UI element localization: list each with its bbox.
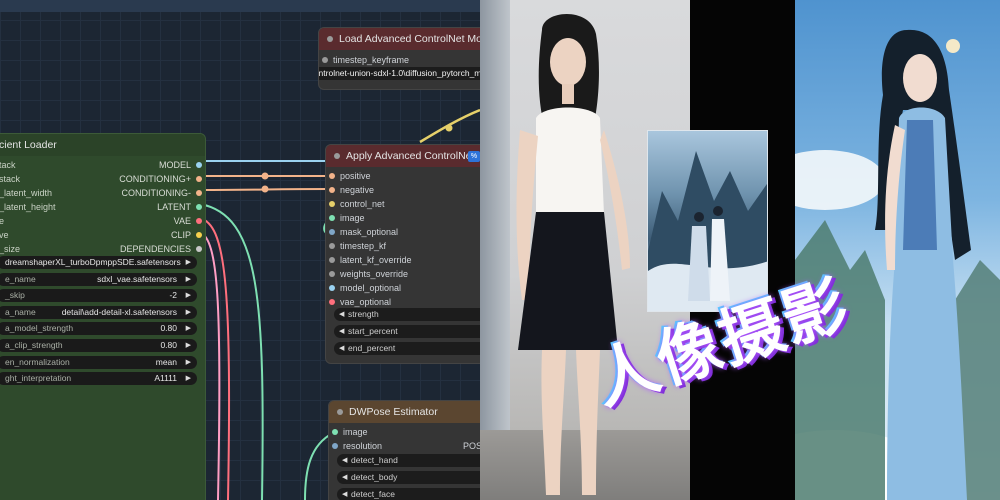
detect-body-toggle[interactable]: ◀ detect_body [337, 471, 480, 484]
output-model-slot[interactable] [196, 162, 202, 168]
input-row: negative [326, 183, 480, 197]
loader-io-row: _size DEPENDENCIES [0, 242, 205, 256]
loader-io-row: ve CLIP [0, 228, 205, 242]
end-percent-stepper[interactable]: ◀ end_percent [334, 342, 480, 355]
input-row: image [326, 211, 480, 225]
dwpose-estimator-node[interactable]: DWPose Estimator image resolution POSE ◀… [328, 400, 480, 500]
load-controlnet-title: Load Advanced ControlNet Mode [319, 28, 480, 50]
input-slot[interactable] [329, 215, 335, 221]
output-pose-label: POSE [463, 441, 480, 451]
output-conditioning-neg-slot[interactable] [196, 190, 202, 196]
toggle-arrow-icon[interactable]: ◀ [342, 454, 347, 467]
output-conditioning-neg-label: CONDITIONING- [121, 188, 192, 198]
combo-arrow-icon: ▶ [185, 309, 191, 316]
decrement-arrow-icon[interactable]: ◀ [339, 342, 344, 355]
lora-clip-strength-stepper[interactable]: a_clip_strength 0.80 ▶ [0, 339, 197, 352]
input-row: model_optional [326, 281, 480, 295]
node-badge: % [468, 151, 480, 162]
input-row: latent_kf_override [326, 253, 480, 267]
weight-interpretation-combo[interactable]: ght_interpretation A1111 ▶ [0, 372, 197, 385]
output-model-label: MODEL [158, 160, 191, 170]
input-slot[interactable] [332, 429, 338, 435]
efficient-loader-title: cient Loader [0, 134, 205, 156]
input-slot[interactable] [329, 271, 335, 277]
lora-model-strength-stepper[interactable]: a_model_strength 0.80 ▶ [0, 322, 197, 335]
output-vae-label: VAE [173, 216, 191, 226]
apply-controlnet-node[interactable]: Apply Advanced ControlNet % positive neg… [325, 144, 480, 364]
input-row: vae_optional [326, 295, 480, 309]
detect-face-toggle[interactable]: ◀ detect_face [337, 488, 480, 500]
controlnet-name-combo[interactable]: SDXL\controlnet-union-sdxl-1.0\diffusion… [319, 67, 480, 80]
input-row: mask_optional [326, 225, 480, 239]
loader-io-row: _latent_width CONDITIONING- [0, 186, 205, 200]
efficient-loader-node[interactable]: cient Loader tack MODEL stack CONDITIONI… [0, 133, 206, 500]
input-timestep-keyframe-row: timestep_keyframe [319, 53, 480, 67]
input-slot[interactable] [329, 173, 335, 179]
apply-controlnet-title: Apply Advanced ControlNet [326, 145, 480, 167]
strength-stepper[interactable]: ◀ strength [334, 308, 480, 321]
clip-skip-stepper[interactable]: _skip -2 ▶ [0, 289, 197, 302]
token-normalization-combo[interactable]: en_normalization mean ▶ [0, 356, 197, 369]
loader-io-row: _latent_height LATENT [0, 200, 205, 214]
output-dependencies-label: DEPENDENCIES [119, 244, 191, 254]
combo-arrow-icon: ▶ [185, 359, 191, 366]
input-slot[interactable] [329, 187, 335, 193]
detect-hand-toggle[interactable]: ◀ detect_hand [337, 454, 480, 467]
input-row: timestep_kf [326, 239, 480, 253]
input-slot[interactable] [329, 299, 335, 305]
ckpt-name-combo[interactable]: dreamshaperXL_turboDpmppSDE.safetensors … [0, 256, 197, 269]
vae-name-combo[interactable]: e_name sdxl_vae.safetensors ▶ [0, 273, 197, 286]
input-slot[interactable] [322, 57, 328, 63]
input-slot[interactable] [329, 229, 335, 235]
input-slot[interactable] [329, 285, 335, 291]
input-slot[interactable] [329, 243, 335, 249]
output-conditioning-pos-label: CONDITIONING+ [119, 174, 191, 184]
loader-io-row: stack CONDITIONING+ [0, 172, 205, 186]
output-latent-slot[interactable] [196, 204, 202, 210]
input-row: weights_override [326, 267, 480, 281]
node-editor-canvas[interactable]: cient Loader tack MODEL stack CONDITIONI… [0, 0, 480, 500]
input-row: positive [326, 169, 480, 183]
input-slot[interactable] [329, 257, 335, 263]
input-row: resolution POSE [329, 439, 480, 453]
stepper-arrow-icon: ▶ [185, 292, 191, 299]
toggle-arrow-icon[interactable]: ◀ [342, 471, 347, 484]
output-clip-slot[interactable] [196, 232, 202, 238]
input-slot[interactable] [332, 443, 338, 449]
combo-arrow-icon: ▶ [185, 276, 191, 283]
combo-arrow-icon: ▶ [185, 259, 191, 266]
output-latent-label: LATENT [157, 202, 191, 212]
stepper-arrow-icon: ▶ [185, 342, 191, 349]
dwpose-title: DWPose Estimator [329, 401, 480, 423]
output-conditioning-pos-slot[interactable] [196, 176, 202, 182]
lora-name-combo[interactable]: a_name detail\add-detail-xl.safetensors … [0, 306, 197, 319]
input-row: control_net [326, 197, 480, 211]
output-dependencies-slot[interactable] [196, 246, 202, 252]
decrement-arrow-icon[interactable]: ◀ [339, 325, 344, 338]
start-percent-stepper[interactable]: ◀ start_percent [334, 325, 480, 338]
wire-latent [199, 203, 264, 500]
stepper-arrow-icon: ▶ [185, 325, 191, 332]
input-row: image [329, 425, 480, 439]
output-clip-label: CLIP [170, 230, 191, 240]
decrement-arrow-icon[interactable]: ◀ [339, 308, 344, 321]
output-vae-slot[interactable] [196, 218, 202, 224]
load-controlnet-node[interactable]: Load Advanced ControlNet Mode timestep_k… [318, 27, 480, 90]
input-slot[interactable] [329, 201, 335, 207]
toggle-arrow-icon[interactable]: ◀ [342, 488, 347, 500]
loader-io-row: e VAE [0, 214, 205, 228]
combo-arrow-icon: ▶ [185, 375, 191, 382]
loader-io-row: tack MODEL [0, 158, 205, 172]
